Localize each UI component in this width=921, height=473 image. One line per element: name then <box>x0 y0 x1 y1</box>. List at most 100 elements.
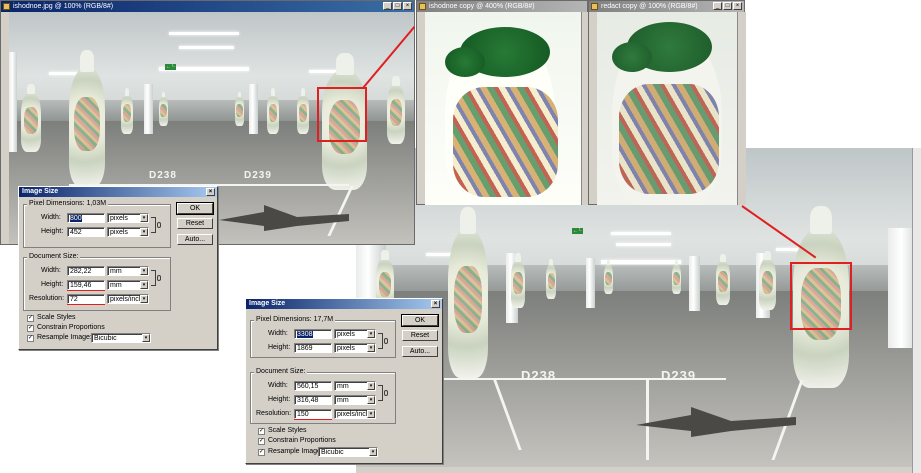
resample-checkbox[interactable]: ✓ <box>27 335 34 342</box>
dialog-titlebar[interactable]: Image Size × <box>19 187 217 197</box>
minimize-icon[interactable]: _ <box>713 2 722 10</box>
dialog-title: Image Size <box>249 300 286 307</box>
doc-height-unit-select[interactable]: mm ▾ <box>334 395 376 405</box>
doc-width-unit-select[interactable]: mm ▾ <box>334 381 376 391</box>
doc-height-unit-select[interactable]: mm ▾ <box>107 280 149 290</box>
chevron-down-icon[interactable]: ▾ <box>140 281 148 289</box>
resample-method-select[interactable]: Bicubic ▾ <box>318 447 378 457</box>
image-size-dialog-original: Image Size × Pixel Dimensions: 1,03M Wid… <box>18 186 218 350</box>
constrain-proportions-checkbox[interactable]: ✓ <box>27 325 34 332</box>
zoom-window-edited-titlebar[interactable]: redact copy @ 100% (RGB/8#) _ □ × <box>589 1 744 12</box>
reset-button[interactable]: Reset <box>402 330 438 341</box>
close-icon[interactable]: × <box>206 188 215 196</box>
close-icon[interactable]: × <box>403 2 412 10</box>
pixel-height-unit-select[interactable]: pixels ▾ <box>334 343 376 353</box>
crop-highlight-box <box>790 262 852 330</box>
doc-width-field[interactable]: 560,15 <box>294 381 332 391</box>
pixel-height-field[interactable]: 1869 <box>294 343 332 353</box>
photoshop-doc-icon <box>591 3 598 10</box>
doc-height-field[interactable]: 316,48 <box>294 395 332 405</box>
doc-height-field[interactable]: 159,46 <box>67 280 105 290</box>
auto-button[interactable]: Auto... <box>402 346 438 357</box>
dialog-titlebar[interactable]: Image Size × <box>246 299 442 309</box>
pixel-height-unit-select[interactable]: pixels ▾ <box>107 227 149 237</box>
reset-button[interactable]: Reset <box>177 218 213 229</box>
zoom-window-original: ishodnoe copy @ 400% (RGB/8#) <box>416 0 589 205</box>
pixel-dimensions-value: 1,03M <box>86 200 107 207</box>
doc-width-unit-select[interactable]: mm ▾ <box>107 266 149 276</box>
resolution-field[interactable]: 72 <box>67 294 105 304</box>
doc-width-field[interactable]: 282,22 <box>67 266 105 276</box>
document-size-label: Document Size: <box>254 368 308 375</box>
auto-button[interactable]: Auto... <box>177 234 213 245</box>
chevron-down-icon[interactable]: ▾ <box>140 228 148 236</box>
scale-styles-label: Scale Styles <box>37 314 76 321</box>
ok-button[interactable]: OK <box>176 202 214 215</box>
doc-height-label: Height: <box>41 281 64 288</box>
width-label: Width: <box>268 330 288 337</box>
chevron-down-icon[interactable]: ▾ <box>140 214 148 222</box>
resolution-label: Resolution: <box>29 295 65 302</box>
close-icon[interactable]: × <box>733 2 742 10</box>
chevron-down-icon[interactable]: ▾ <box>367 396 375 404</box>
highlight-underline <box>67 304 105 305</box>
chevron-down-icon[interactable]: ▾ <box>367 330 375 338</box>
resolution-field[interactable]: 150 <box>294 409 332 419</box>
crop-highlight-box <box>317 87 367 142</box>
dialog-title: Image Size <box>22 188 59 195</box>
parking-number: D238 <box>149 170 177 181</box>
chevron-down-icon[interactable]: ▾ <box>140 267 148 275</box>
scale-styles-checkbox[interactable]: ✓ <box>27 315 34 322</box>
scale-styles-label: Scale Styles <box>268 427 307 434</box>
resample-label: Resample Image: <box>37 334 92 341</box>
source-window-titlebar[interactable]: ishodnoe.jpg @ 100% (RGB/8#) _ □ × <box>1 1 414 12</box>
zoom-canvas-original[interactable] <box>425 12 581 205</box>
zoom-window-edited-title: redact copy @ 100% (RGB/8#) <box>601 3 698 10</box>
chevron-down-icon[interactable]: ▾ <box>140 295 148 303</box>
constrain-proportions-checkbox[interactable]: ✓ <box>258 438 265 445</box>
exit-sign: ←└ <box>165 64 176 70</box>
scale-styles-checkbox[interactable]: ✓ <box>258 428 265 435</box>
resample-checkbox[interactable]: ✓ <box>258 449 265 456</box>
pixel-dimensions-value: 17,7M <box>313 316 334 323</box>
height-label: Height: <box>41 228 64 235</box>
doc-height-label: Height: <box>268 396 291 403</box>
maximize-icon[interactable]: □ <box>723 2 732 10</box>
chevron-down-icon[interactable]: ▾ <box>367 410 375 418</box>
chain-link-icon <box>384 338 388 344</box>
highlight-underline <box>294 419 332 420</box>
resolution-unit-select[interactable]: pixels/inch ▾ <box>334 409 376 419</box>
exit-sign: ←└ <box>572 228 583 234</box>
constrain-proportions-label: Constrain Proportions <box>268 437 336 444</box>
pixel-width-field[interactable]: 3308 <box>294 329 332 339</box>
chevron-down-icon[interactable]: ▾ <box>367 344 375 352</box>
resample-method-select[interactable]: Bicubic ▾ <box>91 333 151 343</box>
resolution-unit-select[interactable]: pixels/inch ▾ <box>107 294 149 304</box>
doc-width-label: Width: <box>41 267 61 274</box>
parking-number: D239 <box>661 368 697 383</box>
zoom-canvas-edited[interactable] <box>597 12 737 205</box>
chain-link-icon <box>157 275 161 281</box>
pixel-link-bracket <box>378 333 383 349</box>
pixel-width-field[interactable]: 800 <box>67 213 105 223</box>
constrain-proportions-label: Constrain Proportions <box>37 324 105 331</box>
chevron-down-icon[interactable]: ▾ <box>369 448 377 456</box>
ok-button[interactable]: OK <box>401 314 439 327</box>
photoshop-doc-icon <box>3 3 10 10</box>
pixel-width-unit-select[interactable]: pixels ▾ <box>334 329 376 339</box>
minimize-icon[interactable]: _ <box>383 2 392 10</box>
chevron-down-icon[interactable]: ▾ <box>142 334 150 342</box>
chevron-down-icon[interactable]: ▾ <box>367 382 375 390</box>
doc-width-label: Width: <box>268 382 288 389</box>
pixel-width-unit-select[interactable]: pixels ▾ <box>107 213 149 223</box>
pixel-dimensions-label: Pixel Dimensions: <box>256 316 312 323</box>
zoom-window-edited: redact copy @ 100% (RGB/8#) _ □ × <box>588 0 746 205</box>
chain-link-icon <box>384 390 388 396</box>
pixel-dimensions-group <box>23 204 171 248</box>
zoom-window-original-titlebar[interactable]: ishodnoe copy @ 400% (RGB/8#) <box>417 1 587 12</box>
pixel-height-field[interactable]: 452 <box>67 227 105 237</box>
parking-number: D239 <box>244 170 272 181</box>
maximize-icon[interactable]: □ <box>393 2 402 10</box>
image-size-dialog-edited: Image Size × Pixel Dimensions: 17,7M Wid… <box>245 298 443 464</box>
close-icon[interactable]: × <box>431 300 440 308</box>
